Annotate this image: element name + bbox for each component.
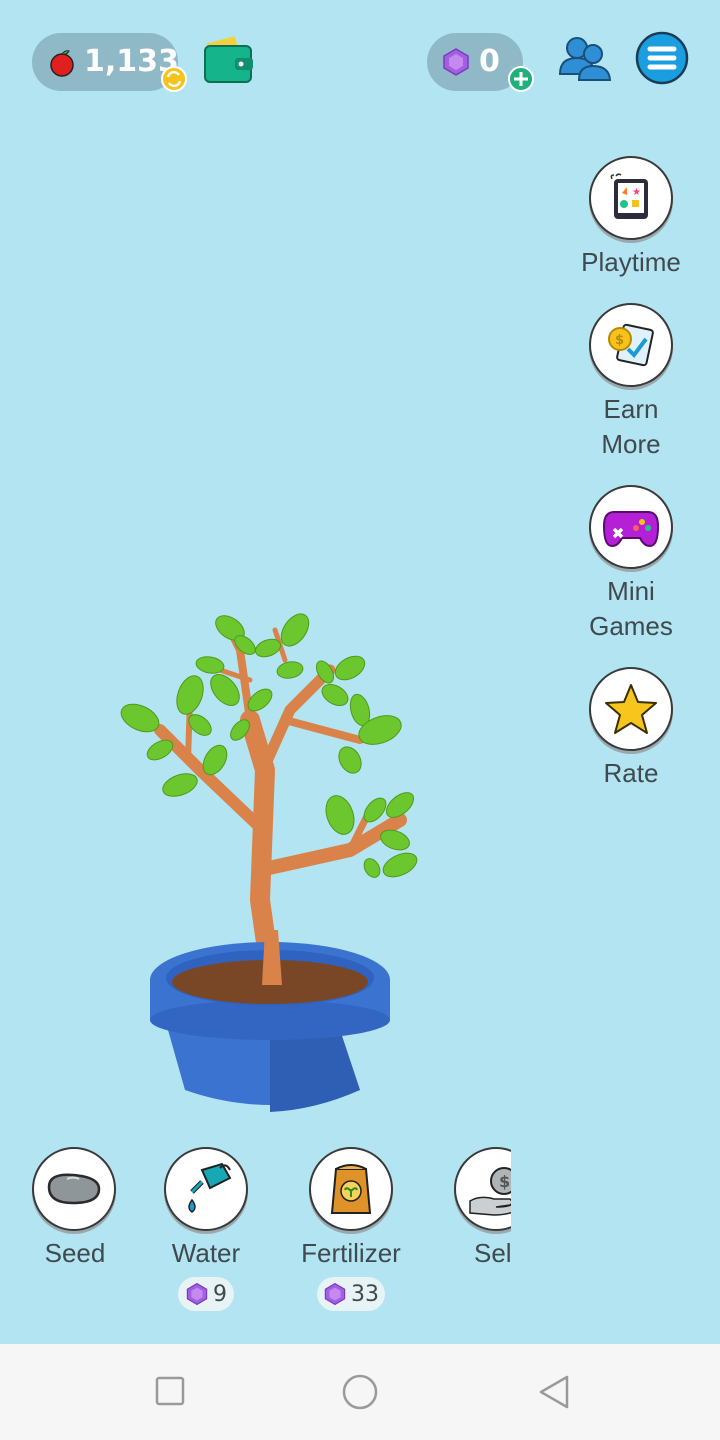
- add-gems-icon[interactable]: [507, 65, 535, 93]
- star-icon: [605, 684, 657, 734]
- gem-count: 0: [479, 44, 500, 79]
- fertilizer-price: 33: [351, 1281, 379, 1307]
- home-icon[interactable]: [341, 1373, 379, 1411]
- apple-counter: 1,133: [32, 33, 187, 92]
- coin-hand-icon: $: [469, 1167, 511, 1216]
- potted-tree: [120, 613, 418, 1112]
- tablet-icon: ★: [610, 173, 648, 219]
- exchange-icon[interactable]: [160, 65, 188, 93]
- seed-button[interactable]: [32, 1147, 116, 1231]
- sell-button-clip: $: [454, 1145, 511, 1235]
- wallet-icon[interactable]: [203, 34, 255, 86]
- playtime-label: Playtime: [581, 247, 681, 277]
- water-label: Water: [171, 1238, 241, 1268]
- water-button[interactable]: [164, 1147, 248, 1231]
- sell-label: Sel: [474, 1238, 511, 1268]
- svg-text:★: ★: [632, 187, 641, 198]
- earn-more-button[interactable]: $: [589, 303, 673, 387]
- system-nav-bar: [0, 1344, 720, 1440]
- friends-icon[interactable]: [557, 34, 615, 82]
- seed-label: Seed: [44, 1238, 106, 1268]
- gem-icon: [324, 1282, 346, 1306]
- fertilizer-price-tag: 33: [317, 1277, 385, 1311]
- gem-icon: [443, 48, 469, 76]
- sell-button[interactable]: $: [454, 1147, 511, 1231]
- fertilizer-label: Fertilizer: [301, 1238, 401, 1268]
- water-price-tag: 9: [178, 1277, 234, 1311]
- back-icon[interactable]: [537, 1374, 571, 1410]
- mini-games-button[interactable]: [589, 485, 673, 569]
- checklist-coin-icon: $: [608, 323, 654, 367]
- water-price: 9: [213, 1281, 227, 1307]
- svg-text:$: $: [499, 1172, 510, 1191]
- seed-icon: [47, 1173, 101, 1205]
- gamepad-icon: [602, 511, 660, 548]
- recent-apps-icon[interactable]: [155, 1376, 185, 1406]
- svg-text:$: $: [615, 333, 624, 348]
- mini-games-label: Mini Games: [589, 576, 673, 641]
- rate-label: Rate: [603, 758, 659, 788]
- rate-button[interactable]: [589, 667, 673, 751]
- gem-icon: [186, 1282, 208, 1306]
- earn-more-label: Earn More: [601, 394, 661, 459]
- apple-icon: [50, 50, 74, 77]
- sell-label-clip: Sel: [454, 1238, 511, 1269]
- playtime-button[interactable]: ★: [589, 156, 673, 240]
- fertilizer-button[interactable]: [309, 1147, 393, 1231]
- gem-counter: 0: [427, 33, 534, 92]
- fertilizer-bag-icon: [330, 1164, 372, 1214]
- menu-icon[interactable]: [635, 31, 689, 85]
- watering-can-icon: [188, 1162, 232, 1213]
